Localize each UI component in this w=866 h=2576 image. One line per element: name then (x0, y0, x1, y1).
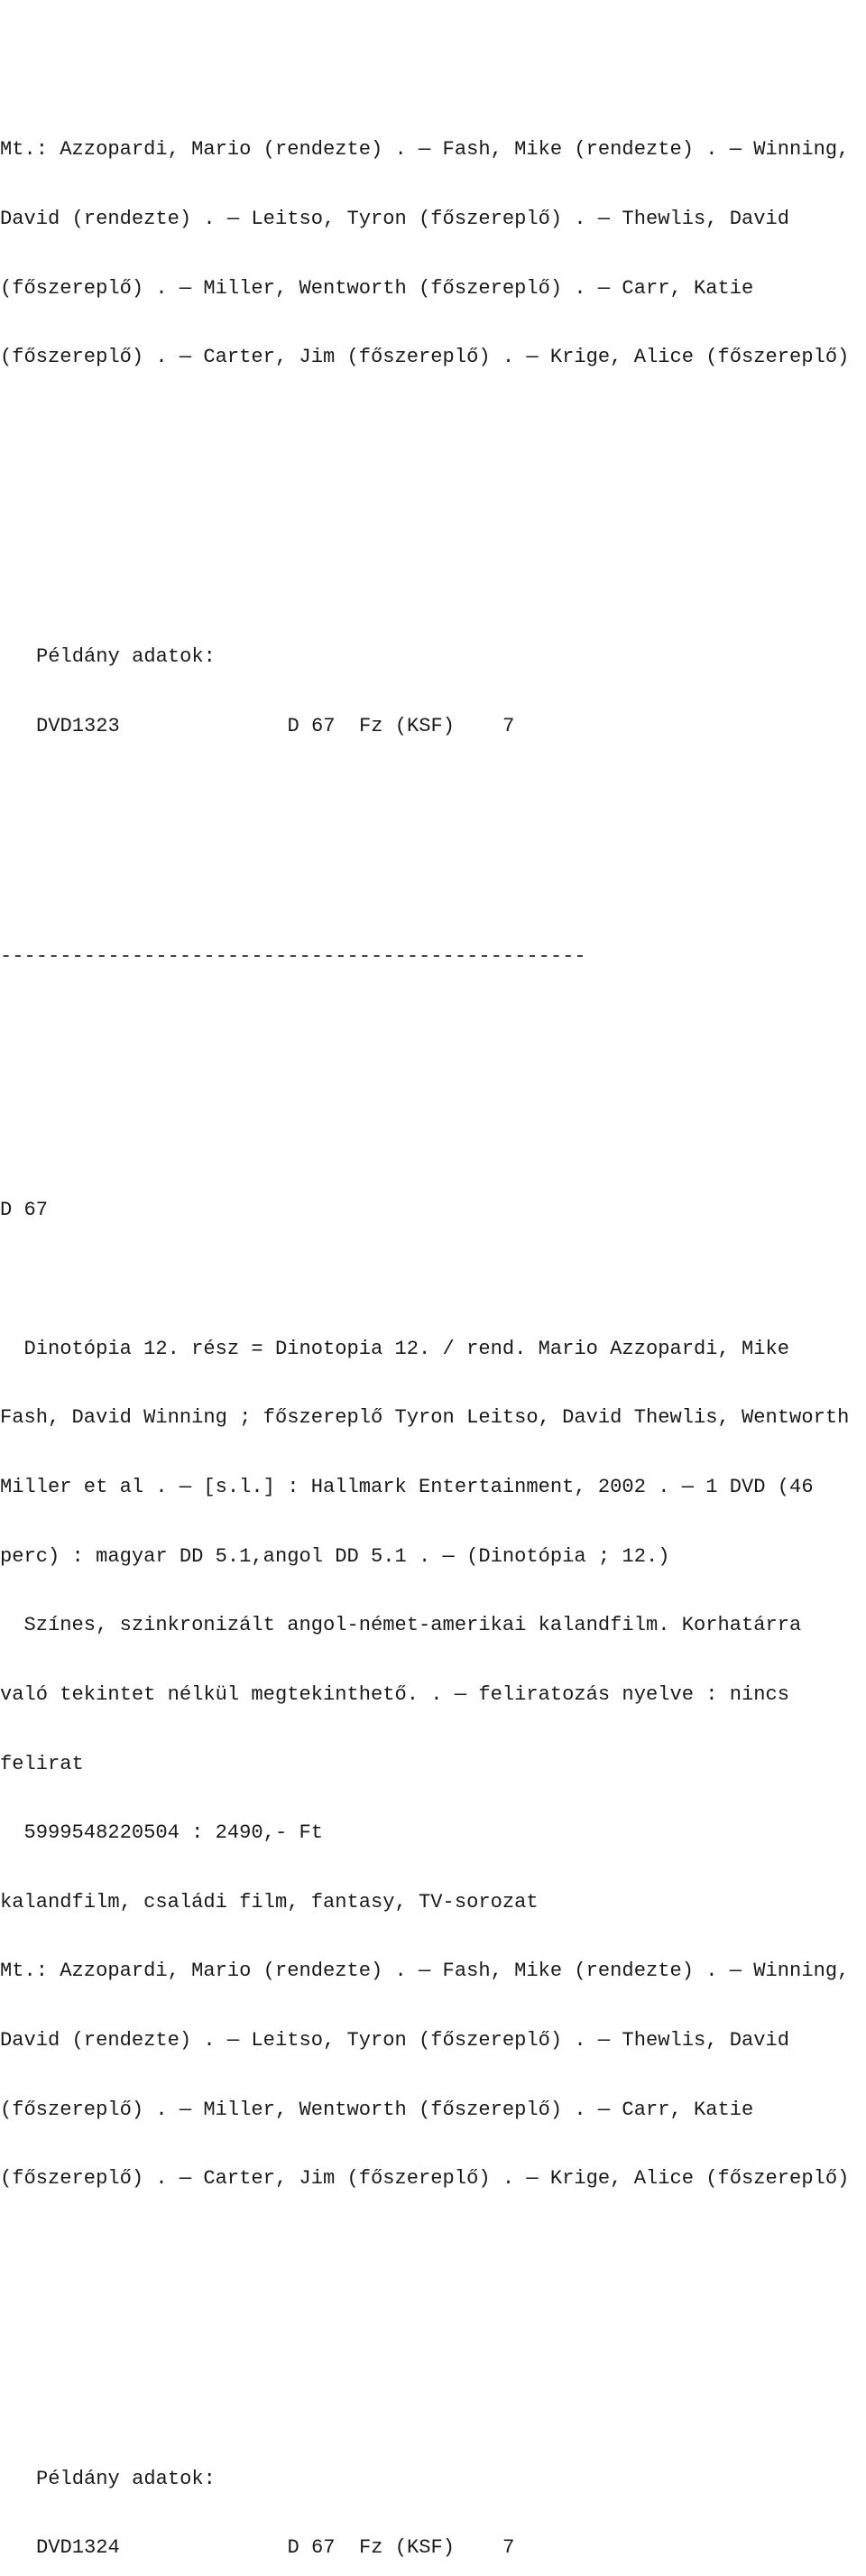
record-cast-line: Fash, David Winning ; főszereplő Tyron L… (0, 1406, 850, 1430)
record-note-line: Színes, szinkronizált angol-német-amerik… (0, 1614, 802, 1637)
credits-line: Mt.: Azzopardi, Mario (rendezte) . — Fas… (0, 138, 850, 162)
record-note-line: való tekintet nélkül megtekinthető. . — … (0, 1682, 790, 1706)
credits-line: (főszereplő) . — Miller, Wentworth (fősz… (0, 2098, 754, 2121)
catalog-record: D 67 Dinotópia 12. rész = Dinotopia 12. … (0, 1153, 866, 2237)
document-page: Mt.: Azzopardi, Mario (rendezte) . — Fas… (0, 0, 866, 2559)
copy-spacer-2 (455, 2536, 502, 2559)
catalog-text-body: Mt.: Azzopardi, Mario (rendezte) . — Fas… (0, 0, 866, 2576)
copy-data-header: Példány adatok: (36, 2467, 216, 2490)
record-note-line: felirat (0, 1752, 84, 1775)
record-isbn-price: 5999548220504 : 2490,- Ft (0, 1821, 323, 1845)
copy-spacer-2 (455, 715, 502, 737)
copy-data-row: DVD1323 D 67 Fz (KSF) 7 (0, 715, 866, 738)
record-imprint-line: Miller et al . — [s.l.] : Hallmark Enter… (0, 1476, 814, 1498)
credits-line: Mt.: Azzopardi, Mario (rendezte) . — Fas… (0, 1960, 850, 1983)
copy-spacer (120, 2536, 288, 2559)
credits-line: (főszereplő) . — Miller, Wentworth (fősz… (0, 276, 754, 300)
copy-barcode: DVD1324 (36, 2536, 120, 2560)
copy-data-row: DVD1324 D 67 Fz (KSF) 7 (0, 2536, 866, 2560)
record-physical-line: perc) : magyar DD 5.1,angol DD 5.1 . — (… (0, 1544, 670, 1568)
credits-line: David (rendezte) . — Leitso, Tyron (fősz… (0, 2029, 790, 2052)
copy-spacer (120, 715, 288, 737)
copy-count: 7 (502, 2536, 515, 2560)
credits-line: (főszereplő) . — Carter, Jim (főszereplő… (0, 2167, 850, 2191)
credits-line: (főszereplő) . — Carter, Jim (főszereplő… (0, 346, 850, 369)
copy-data-block: Példány adatok: DVD1324 D 67 Fz (KSF) 7 (0, 2421, 866, 2576)
copy-barcode: DVD1323 (36, 714, 120, 737)
record-title-line: Dinotópia 12. rész = Dinotopia 12. / ren… (0, 1337, 790, 1360)
credits-block-top: Mt.: Azzopardi, Mario (rendezte) . — Fas… (0, 92, 866, 415)
copy-count: 7 (502, 714, 515, 737)
record-subjects: kalandfilm, családi film, fantasy, TV-so… (0, 1890, 539, 1913)
record-separator: ----------------------------------------… (0, 945, 586, 968)
copy-location: D 67 Fz (KSF) (287, 2536, 456, 2560)
credits-line: David (rendezte) . — Leitso, Tyron (fősz… (0, 207, 790, 230)
copy-location: D 67 Fz (KSF) (287, 714, 456, 737)
shelfmark: D 67 (0, 1199, 49, 1222)
copy-data-header: Példány adatok: (36, 645, 216, 669)
copy-data-block: Példány adatok: DVD1323 D 67 Fz (KSF) 7 (0, 599, 866, 783)
